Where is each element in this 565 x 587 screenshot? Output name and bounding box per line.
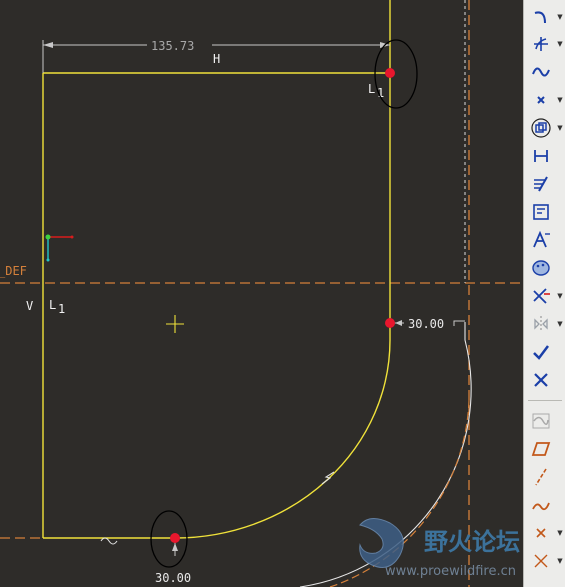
sketch-canvas[interactable]: 135.73 H V L 1 L 1 _DEF 30.00 30.00 野火论坛… [0, 0, 523, 587]
datum-point-menu[interactable]: ▼ [556, 522, 564, 544]
offset-edge-tool-menu[interactable]: ▼ [556, 117, 564, 139]
sketch-geometry[interactable] [42, 0, 391, 539]
mirror-icon [534, 316, 548, 332]
fillet-tool-menu[interactable]: ▼ [556, 33, 564, 55]
quit-button[interactable] [527, 369, 555, 391]
constraint-l1-top[interactable]: L [368, 82, 375, 96]
sketched-curve-button[interactable] [527, 494, 555, 516]
offset-edge-tool-button[interactable] [527, 117, 555, 139]
mirror-tool-menu[interactable]: ▼ [556, 313, 564, 335]
palette-tool-button[interactable] [527, 257, 555, 279]
arc-segment[interactable] [174, 323, 391, 539]
constraint-tool-button[interactable] [527, 201, 555, 223]
datum-plane-button[interactable] [527, 438, 555, 460]
tangent-mark-bottom [100, 537, 118, 545]
watermark-text: 野火论坛 [424, 528, 520, 556]
constraint-h[interactable]: H [213, 52, 220, 66]
constraint-v[interactable]: V [26, 299, 33, 313]
trim-icon [533, 288, 550, 304]
flame-logo-icon [359, 518, 404, 568]
spline-tool-button[interactable] [527, 61, 555, 83]
quit-icon [534, 373, 548, 387]
constraint-l1-left[interactable]: L [49, 298, 56, 312]
leader-arrow [172, 543, 178, 551]
fillet-icon [534, 37, 548, 51]
toolbar-separator [528, 400, 562, 401]
watermark-url: www.proewildfire.cn [385, 564, 516, 579]
datum-curve-icon [532, 413, 550, 429]
offset-edge-icon [531, 118, 551, 138]
mirror-tool-button[interactable] [527, 313, 555, 335]
text-icon [533, 230, 550, 248]
modify-icon [534, 176, 548, 192]
dimension-tool-button[interactable] [527, 145, 555, 167]
coord-system-button[interactable] [527, 550, 555, 572]
dimension-arrow-left [43, 42, 53, 48]
leader-arrow [395, 320, 402, 326]
text-tool-button[interactable] [527, 229, 555, 251]
constraint-icon [533, 204, 549, 220]
done-icon [533, 345, 549, 360]
dimension-text-bottom[interactable]: 30.00 [155, 571, 191, 585]
datum-lines [0, 0, 523, 587]
spline-icon [532, 67, 550, 77]
datum-point-button[interactable] [527, 522, 555, 544]
constraint-l1-left-sub: 1 [58, 302, 65, 316]
sketched-curve-icon [532, 502, 550, 511]
modify-tool-button[interactable] [527, 173, 555, 195]
done-button[interactable] [527, 341, 555, 363]
datum-plane-icon [531, 442, 551, 456]
point-icon [537, 96, 545, 104]
dimension-text-top[interactable]: 135.73 [151, 39, 194, 53]
sketch-point-bottom[interactable] [170, 533, 180, 543]
trim-tool-button[interactable] [527, 285, 555, 307]
datum-axis-button[interactable] [527, 466, 555, 488]
fillet-tool-button[interactable] [527, 33, 555, 55]
trim-tool-menu[interactable]: ▼ [556, 285, 564, 307]
sketch-point-top[interactable] [385, 68, 395, 78]
datum-point-icon [536, 528, 546, 538]
highlight-ellipse-top [374, 39, 418, 109]
offset-arc-orange [329, 399, 470, 587]
leader-tail [453, 320, 465, 326]
datum-label: _DEF [0, 264, 27, 278]
dimension-radius-right[interactable]: 30.00 [392, 317, 465, 331]
sketcher-toolbar: ▼ ▼ ▼ ▼ ▼ ▼ ▼ ▼ [523, 0, 565, 587]
arc-tool-button[interactable] [527, 6, 555, 28]
coord-system-icon [534, 554, 548, 568]
point-tool-button[interactable] [527, 89, 555, 111]
sketch-point-right[interactable] [385, 318, 395, 328]
point-tool-menu[interactable]: ▼ [556, 89, 564, 111]
coord-system-menu[interactable]: ▼ [556, 550, 564, 572]
dimension-icon [534, 150, 548, 162]
palette-icon [532, 260, 550, 276]
crosshair-cursor [166, 315, 184, 333]
datum-axis-icon [535, 468, 547, 486]
tangent-mark-arc [321, 471, 335, 485]
arc-icon [534, 11, 546, 24]
dimension-text-right[interactable]: 30.00 [408, 317, 444, 331]
arc-tool-menu[interactable]: ▼ [556, 6, 564, 28]
datum-curve-button[interactable] [527, 410, 555, 432]
watermark-logo: 野火论坛 www.proewildfire.cn [359, 518, 520, 579]
highlight-ellipse-bottom [150, 510, 188, 568]
sketch-axis-icon [45, 234, 74, 262]
